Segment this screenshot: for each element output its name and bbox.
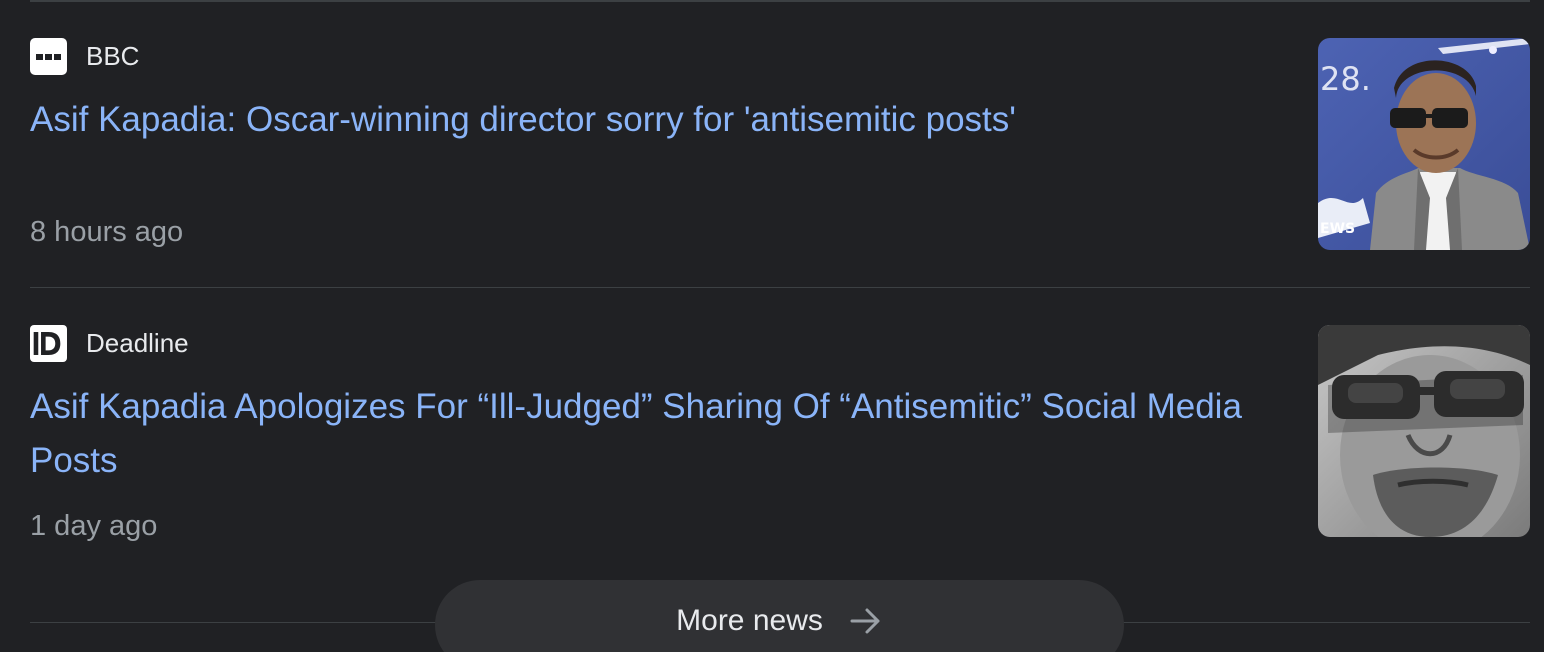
timestamp: 1 day ago [30,510,158,542]
news-results-page: BBC Asif Kapadia: Oscar-winning director… [0,0,1544,652]
headline-link[interactable]: Asif Kapadia: Oscar-winning director sor… [30,93,1250,147]
more-news-label: More news [676,604,823,637]
source-row: BBC [30,38,139,75]
bbc-logo-icon [30,38,67,75]
timestamp: 8 hours ago [30,216,184,248]
source-name: BBC [86,41,140,71]
news-card[interactable]: BBC Asif Kapadia: Oscar-winning director… [30,0,1530,287]
arrow-right-icon [849,604,883,638]
headline-link[interactable]: Asif Kapadia Apologizes For “Ill-Judged”… [30,380,1250,488]
more-news-inner: More news [435,604,1124,638]
svg-text:28.: 28. [1320,60,1371,98]
source-row: Deadline [30,325,189,362]
source-name: Deadline [86,328,189,358]
svg-text:EWS: EWS [1320,221,1355,237]
director-photo-thumbnail[interactable]: 28. EWS [1318,38,1530,250]
more-news-button[interactable]: More news [435,580,1124,652]
news-card[interactable]: Deadline Asif Kapadia Apologizes For “Il… [30,288,1530,622]
deadline-logo-icon [30,325,67,362]
director-bw-photo-thumbnail[interactable] [1318,325,1530,537]
